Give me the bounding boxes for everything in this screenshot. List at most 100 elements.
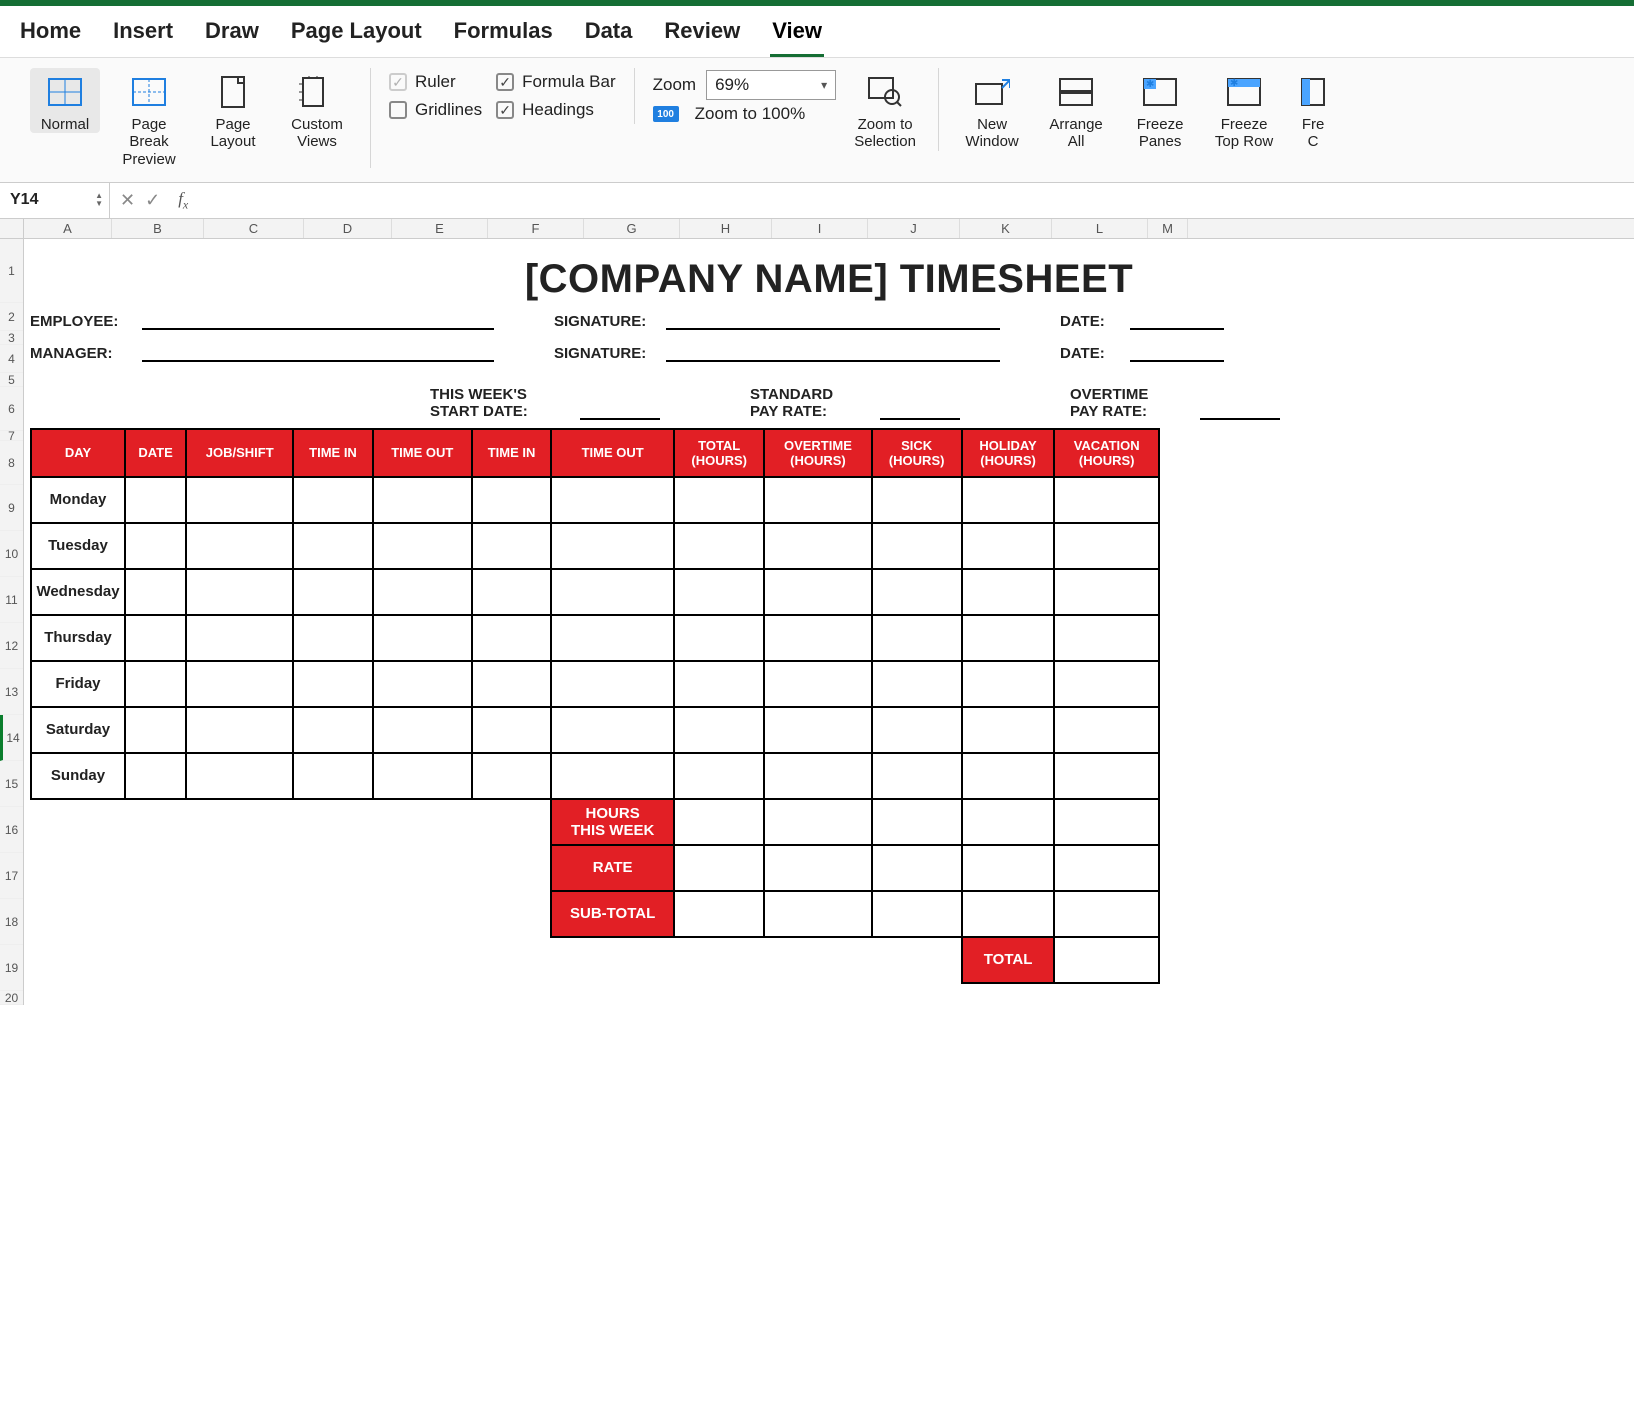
col-header-L[interactable]: L [1052, 219, 1148, 238]
field-std-rate[interactable] [880, 418, 960, 420]
data-cell[interactable] [373, 477, 472, 523]
row-header-15[interactable]: 15 [0, 761, 23, 807]
row-header-10[interactable]: 10 [0, 531, 23, 577]
data-cell[interactable] [764, 477, 871, 523]
data-cell[interactable] [674, 477, 764, 523]
summary-cell[interactable] [962, 799, 1055, 845]
data-cell[interactable] [764, 707, 871, 753]
customviews-button[interactable]: Custom Views [282, 68, 352, 151]
row-header-13[interactable]: 13 [0, 669, 23, 715]
data-cell[interactable] [186, 523, 293, 569]
data-cell[interactable] [1054, 753, 1159, 799]
check-headings[interactable]: ✓Headings [496, 96, 616, 124]
name-box[interactable]: Y14 ▲▼ [0, 183, 110, 218]
check-formula-bar[interactable]: ✓Formula Bar [496, 68, 616, 96]
new-window-button[interactable]: New Window [957, 68, 1027, 151]
row-header-17[interactable]: 17 [0, 853, 23, 899]
data-cell[interactable] [962, 753, 1055, 799]
row-header-16[interactable]: 16 [0, 807, 23, 853]
col-header-C[interactable]: C [204, 219, 304, 238]
summary-cell[interactable] [962, 891, 1055, 937]
row-header-14[interactable]: 14 [0, 715, 23, 761]
data-cell[interactable] [674, 661, 764, 707]
data-cell[interactable] [293, 661, 372, 707]
data-cell[interactable] [872, 477, 962, 523]
row-header-11[interactable]: 11 [0, 577, 23, 623]
data-cell[interactable] [186, 569, 293, 615]
data-cell[interactable] [293, 523, 372, 569]
field-week-start[interactable] [580, 418, 660, 420]
field-manager[interactable] [142, 344, 494, 362]
data-cell[interactable] [293, 477, 372, 523]
data-cell[interactable] [373, 569, 472, 615]
data-cell[interactable] [674, 615, 764, 661]
field-signature-1[interactable] [666, 312, 1000, 330]
data-cell[interactable] [962, 707, 1055, 753]
data-cell[interactable] [373, 753, 472, 799]
data-cell[interactable] [551, 615, 674, 661]
freeze-first-col-button[interactable]: Fre C [1293, 68, 1333, 151]
row-header-9[interactable]: 9 [0, 485, 23, 531]
tab-review[interactable]: Review [662, 14, 742, 57]
summary-cell[interactable] [674, 891, 764, 937]
data-cell[interactable] [472, 707, 551, 753]
data-cell[interactable] [1054, 707, 1159, 753]
zoom-100-button[interactable]: 100 Zoom to 100% [653, 102, 836, 126]
col-header-H[interactable]: H [680, 219, 772, 238]
row-header-7[interactable]: 7 [0, 431, 23, 441]
data-cell[interactable] [293, 569, 372, 615]
data-cell[interactable] [764, 661, 871, 707]
sheet-content[interactable]: [COMPANY NAME] TIMESHEET EMPLOYEE: SIGNA… [24, 239, 1634, 1005]
summary-cell[interactable] [764, 799, 871, 845]
field-employee[interactable] [142, 312, 494, 330]
zoom-to-selection-button[interactable]: Zoom to Selection [850, 68, 920, 151]
zoom-select[interactable]: 69% [706, 70, 836, 100]
col-header-E[interactable]: E [392, 219, 488, 238]
data-cell[interactable] [551, 569, 674, 615]
data-cell[interactable] [293, 615, 372, 661]
data-cell[interactable] [472, 661, 551, 707]
tab-insert[interactable]: Insert [111, 14, 175, 57]
data-cell[interactable] [293, 707, 372, 753]
summary-cell[interactable] [674, 799, 764, 845]
data-cell[interactable] [472, 477, 551, 523]
data-cell[interactable] [551, 753, 674, 799]
row-header-19[interactable]: 19 [0, 945, 23, 991]
data-cell[interactable] [373, 523, 472, 569]
data-cell[interactable] [125, 523, 186, 569]
data-cell[interactable] [674, 753, 764, 799]
col-header-B[interactable]: B [112, 219, 204, 238]
freeze-top-row-button[interactable]: ✱ Freeze Top Row [1209, 68, 1279, 151]
data-cell[interactable] [872, 615, 962, 661]
data-cell[interactable] [186, 753, 293, 799]
field-ot-rate[interactable] [1200, 418, 1280, 420]
data-cell[interactable] [674, 523, 764, 569]
summary-cell[interactable] [674, 845, 764, 891]
data-cell[interactable] [293, 753, 372, 799]
summary-cell[interactable] [764, 891, 871, 937]
fx-icon[interactable]: fx [170, 189, 196, 212]
row-header-1[interactable]: 1 [0, 239, 23, 303]
data-cell[interactable] [674, 569, 764, 615]
data-cell[interactable] [962, 477, 1055, 523]
col-header-J[interactable]: J [868, 219, 960, 238]
row-header-4[interactable]: 4 [0, 345, 23, 373]
data-cell[interactable] [674, 707, 764, 753]
data-cell[interactable] [472, 753, 551, 799]
data-cell[interactable] [551, 661, 674, 707]
col-header-A[interactable]: A [24, 219, 112, 238]
row-header-8[interactable]: 8 [0, 441, 23, 485]
data-cell[interactable] [373, 615, 472, 661]
row-header-5[interactable]: 5 [0, 373, 23, 387]
summary-cell[interactable] [872, 799, 962, 845]
data-cell[interactable] [551, 523, 674, 569]
pagelayout-button[interactable]: Page Layout [198, 68, 268, 151]
data-cell[interactable] [962, 661, 1055, 707]
data-cell[interactable] [125, 477, 186, 523]
formula-input[interactable] [196, 183, 1634, 218]
data-cell[interactable] [1054, 661, 1159, 707]
data-cell[interactable] [764, 523, 871, 569]
pagebreak-button[interactable]: Page Break Preview [114, 68, 184, 168]
data-cell[interactable] [764, 569, 871, 615]
arrange-all-button[interactable]: Arrange All [1041, 68, 1111, 151]
